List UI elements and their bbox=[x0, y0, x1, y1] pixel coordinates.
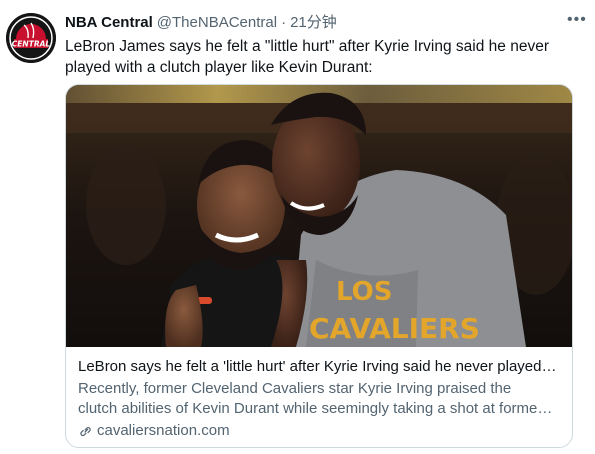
tweet-header: NBA Central @TheNBACentral · 21分钟 bbox=[65, 13, 565, 33]
separator-dot: · bbox=[281, 14, 287, 31]
avatar[interactable]: CENTRAL bbox=[6, 13, 56, 63]
jersey-text-cavaliers: CAVALIERS bbox=[309, 312, 480, 345]
card-title[interactable]: LeBron says he felt a 'little hurt' afte… bbox=[78, 357, 560, 377]
card-body: LeBron says he felt a 'little hurt' afte… bbox=[66, 347, 572, 441]
link-icon bbox=[80, 426, 91, 436]
card-image[interactable]: LOS CAVALIERS bbox=[66, 85, 572, 347]
link-card[interactable]: LOS CAVALIERS LeBron says he felt a 'lit… bbox=[65, 84, 573, 448]
card-domain[interactable]: cavaliersnation.com bbox=[78, 421, 560, 441]
players-photo: LOS CAVALIERS bbox=[66, 85, 572, 347]
jersey-text-los: LOS bbox=[336, 277, 392, 307]
card-domain-text: cavaliersnation.com bbox=[97, 422, 230, 439]
card-description-line-1: Recently, former Cleveland Cavaliers sta… bbox=[78, 380, 512, 397]
more-options-button[interactable]: ••• bbox=[567, 11, 587, 32]
display-name[interactable]: NBA Central bbox=[65, 13, 153, 33]
nba-central-logo-icon: CENTRAL bbox=[6, 13, 56, 63]
tweet[interactable]: CENTRAL NBA Central @TheNBACentral · 21分… bbox=[0, 0, 595, 454]
user-handle[interactable]: @TheNBACentral bbox=[157, 13, 277, 33]
card-description: Recently, former Cleveland Cavaliers sta… bbox=[78, 379, 560, 419]
tweet-text: LeBron James says he felt a "little hurt… bbox=[65, 38, 549, 76]
timestamp[interactable]: 21分钟 bbox=[290, 13, 337, 33]
avatar-logo-text: CENTRAL bbox=[12, 40, 51, 49]
card-description-line-2: clutch abilities of Kevin Durant while s… bbox=[78, 400, 553, 417]
ellipsis-icon: ••• bbox=[567, 11, 587, 28]
